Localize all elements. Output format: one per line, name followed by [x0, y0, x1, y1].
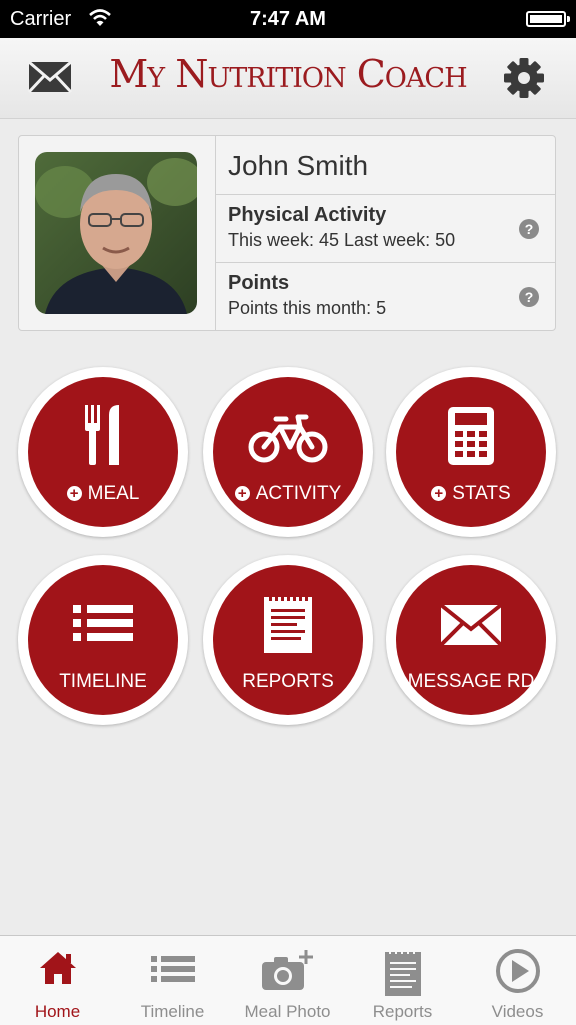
app-title: My Nutrition Coach — [109, 52, 467, 96]
mail-icon — [396, 591, 546, 655]
tab-bar: Home Timeline Meal Photo Reports Videos — [0, 935, 576, 1025]
profile-name: John Smith — [228, 150, 369, 181]
add-activity-button[interactable]: + ACTIVITY — [203, 367, 373, 537]
message-rd-button[interactable]: MESSAGE RD — [386, 555, 556, 725]
tab-videos-label: Videos — [491, 1002, 544, 1021]
settings-button[interactable] — [502, 56, 546, 100]
tab-timeline-label: Timeline — [140, 1002, 205, 1021]
physical-activity-detail: This week: 45 Last week: 50 — [228, 230, 456, 250]
profile-info: John Smith Physical Activity This week: … — [215, 136, 555, 330]
tab-reports-label: Reports — [372, 1002, 433, 1021]
profile-card: John Smith Physical Activity This week: … — [18, 135, 556, 331]
tab-meal-photo[interactable]: Meal Photo — [230, 936, 345, 1025]
help-icon[interactable]: ? — [519, 219, 539, 239]
home-icon — [0, 948, 115, 992]
avatar[interactable] — [35, 152, 197, 314]
play-icon — [460, 948, 575, 993]
points-detail: Points this month: 5 — [228, 298, 387, 318]
tab-meal-photo-label: Meal Photo — [244, 1002, 331, 1021]
tab-timeline[interactable]: Timeline — [115, 936, 230, 1025]
status-bar: Carrier 7:47 AM — [0, 0, 576, 38]
timeline-label: TIMELINE — [59, 671, 147, 692]
add-stats-label: STATS — [452, 483, 511, 504]
profile-name-row: John Smith — [216, 136, 555, 195]
tab-home-label: Home — [34, 1002, 81, 1021]
reports-label: REPORTS — [242, 671, 334, 692]
add-meal-label: MEAL — [87, 483, 140, 504]
status-time: 7:47 AM — [250, 8, 326, 30]
fork-knife-icon — [28, 403, 178, 467]
gear-icon — [504, 58, 544, 98]
physical-activity-title: Physical Activity — [228, 204, 387, 226]
tab-videos[interactable]: Videos — [460, 936, 575, 1025]
list-icon — [28, 591, 178, 655]
help-icon[interactable]: ? — [519, 287, 539, 307]
battery-icon — [526, 11, 570, 27]
reports-button[interactable]: REPORTS — [203, 555, 373, 725]
add-stats-button[interactable]: + STATS — [386, 367, 556, 537]
tab-home[interactable]: Home — [0, 936, 115, 1025]
list-icon — [115, 948, 230, 992]
timeline-button[interactable]: TIMELINE — [18, 555, 188, 725]
report-icon — [213, 591, 363, 655]
add-meal-button[interactable]: + MEAL — [18, 367, 188, 537]
bicycle-icon — [213, 403, 363, 467]
tab-reports[interactable]: Reports — [345, 936, 460, 1025]
add-activity-label: ACTIVITY — [255, 483, 342, 504]
points-title: Points — [228, 272, 290, 294]
camera-plus-icon — [230, 948, 345, 992]
calculator-icon — [396, 403, 546, 467]
report-icon — [345, 948, 460, 996]
physical-activity-row[interactable]: Physical Activity This week: 45 Last wee… — [216, 194, 555, 263]
points-row[interactable]: Points Points this month: 5 ? — [216, 262, 555, 330]
message-rd-label: MESSAGE RD — [407, 671, 535, 692]
app-header: My Nutrition Coach — [0, 38, 576, 119]
